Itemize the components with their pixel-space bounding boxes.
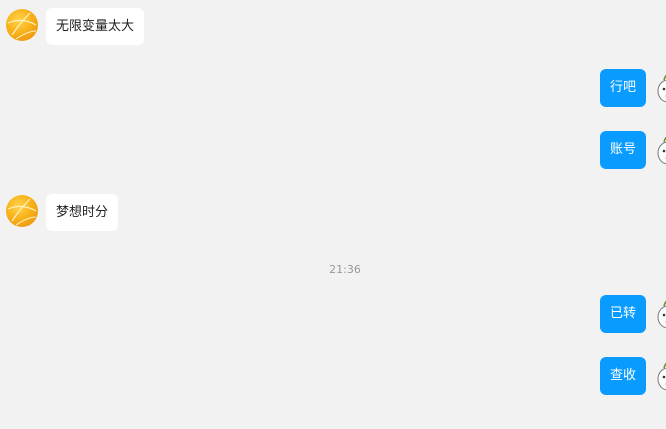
- message-row-outgoing: 查收: [0, 357, 666, 397]
- cartoon-avatar-icon[interactable]: [656, 133, 666, 167]
- message-bubble-outgoing[interactable]: 查收: [599, 357, 646, 395]
- cartoon-avatar-icon[interactable]: [656, 359, 666, 393]
- message-bubble-outgoing[interactable]: 已转: [599, 295, 646, 333]
- cartoon-avatar-icon[interactable]: [656, 71, 666, 105]
- message-bubble-outgoing[interactable]: 账号: [599, 131, 646, 169]
- chat-window: 无限变量太大 行吧 账号 梦想时分 21:36 已转 查收: [0, 0, 666, 429]
- cartoon-avatar-icon[interactable]: [656, 297, 666, 331]
- message-bubble-incoming[interactable]: 无限变量太大: [46, 8, 145, 45]
- message-bubble-incoming[interactable]: 梦想时分: [46, 194, 119, 231]
- orange-basketball-avatar-icon[interactable]: [6, 9, 38, 41]
- orange-basketball-avatar-icon[interactable]: [6, 195, 38, 227]
- message-row-outgoing: 行吧: [0, 69, 666, 109]
- message-row-outgoing: 已转: [0, 295, 666, 335]
- message-row-incoming: 无限变量太大: [0, 7, 666, 47]
- message-timestamp: 21:36: [329, 263, 361, 276]
- message-row-incoming: 梦想时分: [0, 193, 666, 233]
- message-row-outgoing: 账号: [0, 131, 666, 171]
- message-bubble-outgoing[interactable]: 行吧: [599, 69, 646, 107]
